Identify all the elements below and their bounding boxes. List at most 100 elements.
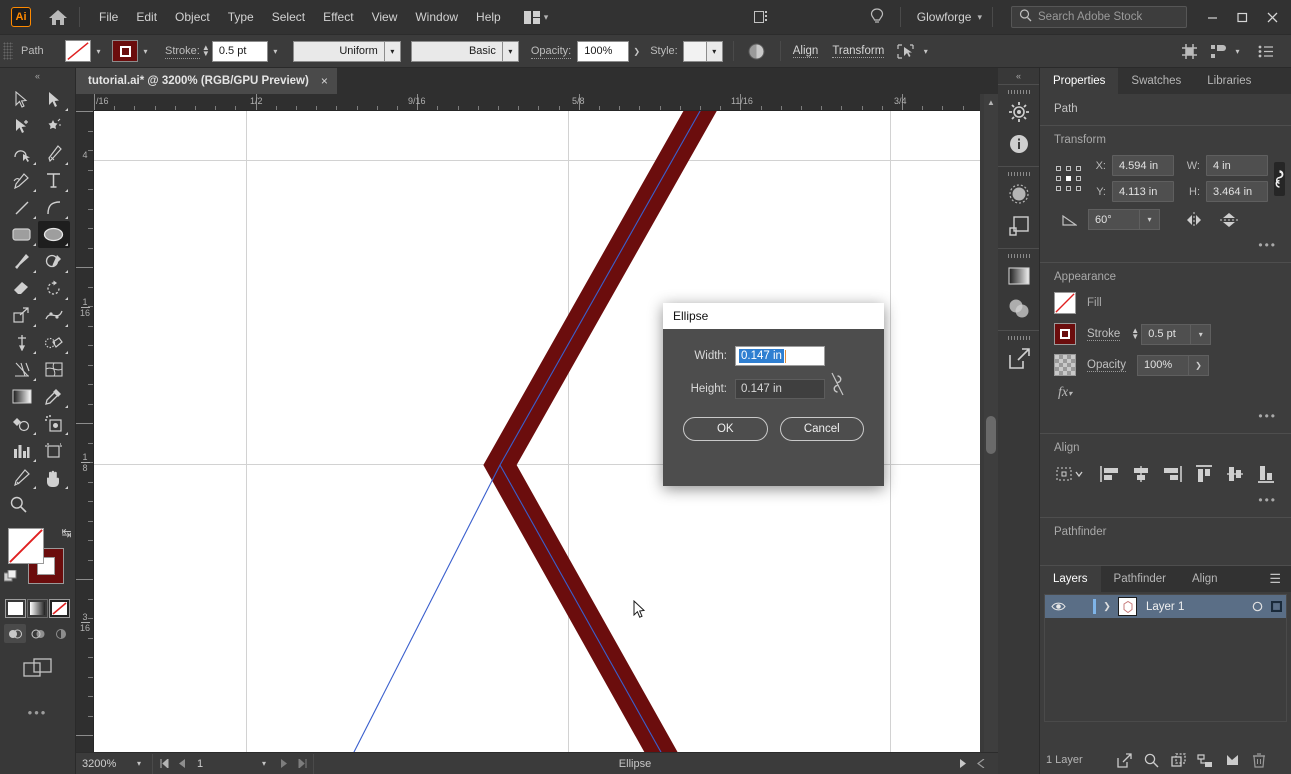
reference-point-selector[interactable] [1054,164,1084,194]
h-value[interactable]: 3.464 in [1206,181,1268,202]
toolbar-more-button[interactable]: ••• [0,705,75,720]
opacity-label[interactable]: Opacity [1087,359,1126,372]
none-mode-button[interactable] [49,599,70,618]
scale-tool[interactable] [6,302,38,329]
eraser-tool[interactable] [6,275,38,302]
last-artboard-button[interactable] [293,755,311,773]
gradient-tool[interactable] [6,383,38,410]
tab-properties[interactable]: Properties [1040,68,1118,94]
mesh-tool[interactable] [38,356,70,383]
slice-tool[interactable] [6,464,38,491]
align-bottom-button[interactable] [1256,463,1277,485]
transform-panel-link[interactable]: Transform [832,45,884,58]
w-value[interactable]: 4 in [1206,155,1268,176]
perspective-grid-tool[interactable] [6,356,38,383]
vertical-scrollbar[interactable] [984,111,998,757]
previous-artboard-button[interactable] [173,755,191,773]
selection-tool[interactable] [6,86,38,113]
default-fill-stroke-icon[interactable] [4,570,17,583]
graphic-style-swatch[interactable] [683,41,707,62]
draw-normal-button[interactable] [4,624,26,643]
symbol-sprayer-tool[interactable] [38,410,70,437]
menu-file[interactable]: File [90,6,127,28]
home-icon[interactable] [47,6,69,28]
layer-target-icon[interactable] [1248,601,1266,612]
asset-export-panel-icon[interactable] [998,342,1040,374]
align-top-button[interactable] [1193,463,1214,485]
hand-tool[interactable] [38,464,70,491]
create-sublayer-icon[interactable] [1192,747,1219,773]
appearance-stroke-dropdown[interactable]: ▾ [1191,324,1211,345]
close-tab-icon[interactable]: × [321,74,328,88]
zoom-level-value[interactable]: 3200% [76,755,128,773]
search-input[interactable] [1038,11,1179,23]
stroke-profile-dropdown[interactable]: ▾ [385,41,401,62]
align-more-options[interactable]: ••• [1054,493,1277,507]
eyedropper-tool[interactable] [38,383,70,410]
stroke-weight-label[interactable]: Stroke: [165,45,200,59]
blend-tool[interactable] [6,410,38,437]
stroke-dropdown[interactable]: ▾ [138,40,153,62]
column-graph-tool[interactable] [6,437,38,464]
layers-panel-icon[interactable] [998,210,1040,242]
flip-horizontal-icon[interactable] [1176,212,1212,228]
opacity-checker-swatch[interactable] [1054,354,1076,376]
horizontal-ruler[interactable]: /16 1/2 9/16 5/8 11/16 3/4 [94,94,980,111]
curvature-tool[interactable] [6,140,38,167]
vertical-scroll-thumb[interactable] [986,416,996,454]
align-panel-link[interactable]: Align [793,45,819,58]
align-center-vertical-button[interactable] [1224,463,1245,485]
fill-dropdown[interactable]: ▾ [91,40,106,62]
tab-layers[interactable]: Layers [1040,566,1101,592]
panel-options-icon[interactable] [1253,45,1279,58]
stroke-weight-stepper[interactable]: ▲▼ [1129,324,1141,345]
rotation-angle-dropdown[interactable]: ▾ [1140,209,1160,230]
gradient-mode-button[interactable] [27,599,48,618]
zoom-level-dropdown[interactable]: ▾ [128,755,150,773]
constrain-proportions-icon[interactable] [829,371,846,400]
status-collapse-button[interactable] [972,755,990,773]
ellipse-tool[interactable] [38,221,70,248]
stroke-swatch[interactable] [1054,323,1076,345]
next-artboard-button[interactable] [275,755,293,773]
distribute-spacing-icon[interactable] [1206,43,1230,60]
chevron-right-icon[interactable]: ❯ [1096,601,1118,612]
appearance-opacity-value[interactable]: 100% [1137,355,1189,376]
dock-group-grip[interactable] [998,88,1039,96]
shape-builder-tool[interactable] [38,329,70,356]
shaper-tool[interactable] [38,248,70,275]
layer-name[interactable]: Layer 1 [1146,601,1248,613]
tab-pathfinder[interactable]: Pathfinder [1101,566,1179,592]
graphic-style-dropdown[interactable]: ▾ [707,41,723,62]
line-segment-tool[interactable] [6,194,38,221]
brush-definition-dropdown[interactable]: ▾ [503,41,519,62]
constrain-proportions-button[interactable] [1274,162,1285,196]
make-clipping-mask-icon[interactable] [1165,747,1192,773]
appearance-opacity-expand[interactable]: ❯ [1189,355,1209,376]
rotation-angle-value[interactable]: 60° [1088,209,1140,230]
locate-object-icon[interactable] [1138,747,1165,773]
toolbar-collapse-button[interactable]: « [0,68,75,84]
gradient-panel-icon[interactable] [998,260,1040,292]
opacity-label[interactable]: Opacity: [531,45,571,59]
dock-group-grip[interactable] [998,334,1039,342]
color-mode-button[interactable] [5,599,26,618]
zoom-tool[interactable] [6,491,38,518]
adobe-stock-search[interactable] [1011,6,1187,28]
type-tool[interactable] [38,167,70,194]
lightbulb-icon[interactable] [864,5,890,29]
distribute-dropdown[interactable]: ▾ [1230,40,1245,62]
layer-selection-indicator[interactable] [1266,601,1286,612]
transform-more-options[interactable]: ••• [1054,238,1277,252]
arc-tool[interactable] [38,194,70,221]
add-anchor-point-tool[interactable] [6,167,38,194]
swap-fill-stroke-icon[interactable]: ↹ [61,526,71,540]
workspace-switcher[interactable]: Glowforge ▾ [911,10,982,24]
paintbrush-tool[interactable] [6,248,38,275]
tab-libraries[interactable]: Libraries [1194,68,1264,94]
flip-vertical-icon[interactable] [1212,211,1246,229]
stroke-weight-stepper[interactable]: ▲▼ [200,41,212,62]
fill-swatch[interactable] [1054,292,1076,314]
artboard-tool[interactable] [38,437,70,464]
align-center-horizontal-button[interactable] [1130,463,1151,485]
